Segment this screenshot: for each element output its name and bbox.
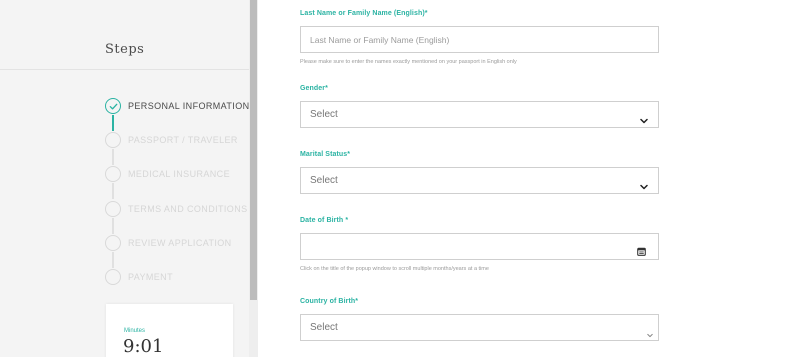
steps-sidebar: Steps PERSONAL INFORMATION PASSPORT / TR… [0,0,249,357]
step-connector [112,115,114,131]
step-label: PAYMENT [128,272,173,282]
country-of-birth-selected-value: Select [310,322,338,333]
gender-selected-value: Select [310,109,338,120]
step-connector [112,149,114,165]
chevron-down-icon [640,111,648,129]
step-circle-icon [105,235,121,251]
country-of-birth-select[interactable]: Select [300,314,659,341]
step-terms-and-conditions[interactable]: TERMS AND CONDITIONS [105,200,248,218]
step-connector [112,183,114,199]
step-circle-icon [105,166,121,182]
step-medical-insurance[interactable]: MEDICAL INSURANCE [105,165,230,183]
last-name-label: Last Name or Family Name (English)* [300,10,428,17]
step-connector [112,218,114,234]
date-of-birth-field[interactable] [300,233,659,260]
marital-status-label: Marital Status* [300,151,351,158]
check-icon [105,98,121,114]
gender-label: Gender* [300,85,328,92]
timer-value: 9:01 [123,336,164,357]
date-of-birth-label: Date of Birth * [300,217,349,224]
step-passport-traveler[interactable]: PASSPORT / TRAVELER [105,131,238,149]
step-review-application[interactable]: REVIEW APPLICATION [105,234,232,252]
step-circle-icon [105,132,121,148]
marital-status-selected-value: Select [310,175,338,186]
step-label: TERMS AND CONDITIONS [128,204,248,214]
step-payment[interactable]: PAYMENT [105,268,173,286]
step-circle-icon [105,269,121,285]
date-of-birth-hint: Click on the title of the popup window t… [300,266,489,272]
step-connector [112,252,114,268]
chevron-down-icon [647,325,653,343]
last-name-hint: Please make sure to enter the names exac… [300,59,517,65]
step-label: REVIEW APPLICATION [128,238,232,248]
scrollbar-thumb[interactable] [250,0,257,300]
steps-title: Steps [105,42,145,57]
steps-divider [0,69,249,70]
step-circle-icon [105,201,121,217]
country-of-birth-label: Country of Birth* [300,298,359,305]
marital-status-select[interactable]: Select [300,167,659,194]
gender-select[interactable]: Select [300,101,659,128]
step-label: MEDICAL INSURANCE [128,169,230,179]
step-label: PERSONAL INFORMATION [128,101,250,111]
step-label: PASSPORT / TRAVELER [128,135,238,145]
timer-label: Minutes [124,328,146,334]
last-name-field[interactable]: Last Name or Family Name (English) [300,26,659,53]
application-page: Steps PERSONAL INFORMATION PASSPORT / TR… [0,0,800,357]
timer-card: Minutes 9:01 [106,304,233,357]
last-name-placeholder: Last Name or Family Name (English) [310,34,450,45]
calendar-icon[interactable] [637,243,646,261]
chevron-down-icon [640,177,648,195]
step-personal-information[interactable]: PERSONAL INFORMATION [105,97,250,115]
